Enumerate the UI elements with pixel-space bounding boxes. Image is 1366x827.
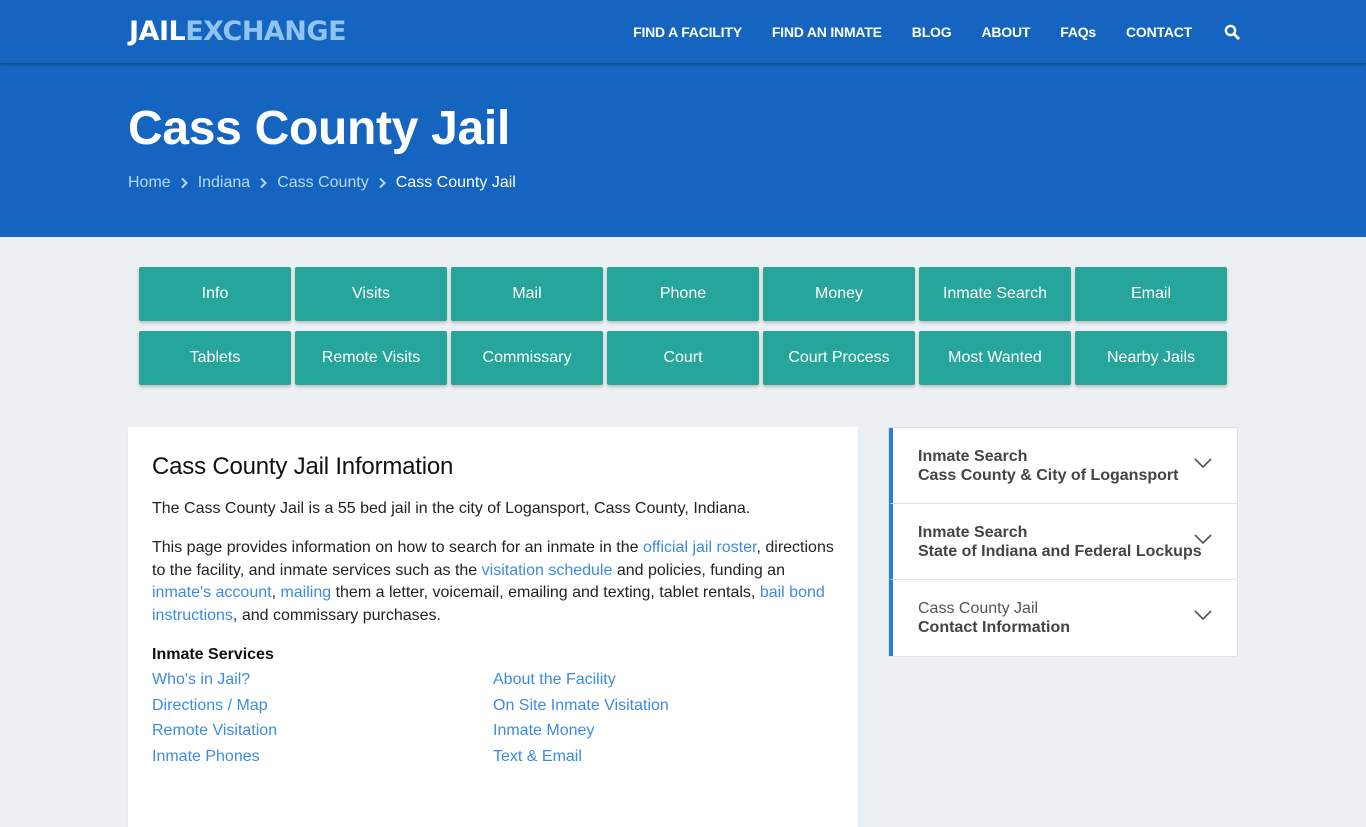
court-process-button[interactable]: Court Process (763, 331, 915, 385)
accordion-subtitle: State of Indiana and Federal Lockups (918, 543, 1202, 560)
text-email-link[interactable]: Text & Email (493, 746, 834, 768)
search-icon[interactable] (1224, 24, 1240, 40)
accordion-title: Inmate Search (918, 448, 1028, 465)
logo-text-exchange: EXCHANGE (185, 16, 347, 47)
nav-about[interactable]: ABOUT (981, 24, 1030, 40)
chevron-right-icon (259, 177, 268, 189)
jail-info-card: Cass County Jail Information The Cass Co… (128, 427, 858, 827)
on-site-visitation-link[interactable]: On Site Inmate Visitation (493, 695, 834, 717)
most-wanted-button[interactable]: Most Wanted (919, 331, 1071, 385)
intro-paragraph: The Cass County Jail is a 55 bed jail in… (152, 500, 751, 517)
page-title: Cass County Jail (128, 102, 510, 155)
visitation-schedule-link[interactable]: visitation schedule (482, 562, 613, 579)
nav-find-an-inmate[interactable]: FIND AN INMATE (772, 24, 882, 40)
text-span: them a letter, voicemail, emailing and t… (331, 584, 760, 601)
accordion-title: Inmate Search (918, 524, 1028, 541)
mailing-link[interactable]: mailing (280, 584, 331, 601)
nav-contact[interactable]: CONTACT (1126, 24, 1192, 40)
chevron-down-icon[interactable] (1193, 456, 1213, 470)
nav-find-a-facility[interactable]: FIND A FACILITY (633, 24, 742, 40)
nearby-jails-button[interactable]: Nearby Jails (1075, 331, 1227, 385)
main-nav: FIND A FACILITY FIND AN INMATE BLOG ABOU… (603, 0, 1240, 64)
nav-faqs[interactable]: FAQs (1060, 24, 1096, 40)
chevron-right-icon (180, 177, 189, 189)
service-button-grid: Info Visits Mail Phone Money Inmate Sear… (139, 267, 1227, 385)
site-logo[interactable]: JAILEXCHANGE (129, 16, 347, 48)
court-button[interactable]: Court (607, 331, 759, 385)
sidebar-accordion: Inmate Search Cass County & City of Loga… (888, 427, 1238, 657)
visits-button[interactable]: Visits (295, 267, 447, 321)
inmates-account-link[interactable]: inmate's account (152, 584, 272, 601)
text-span: and policies, funding an (612, 561, 785, 579)
breadcrumb-cass-county[interactable]: Cass County (277, 174, 369, 192)
breadcrumb-current: Cass County Jail (395, 174, 516, 191)
info-heading: Cass County Jail Information (152, 453, 454, 480)
email-button[interactable]: Email (1075, 267, 1227, 321)
inmate-search-button[interactable]: Inmate Search (919, 267, 1071, 321)
top-navbar: JAILEXCHANGE FIND A FACILITY FIND AN INM… (0, 0, 1366, 64)
info-button[interactable]: Info (139, 267, 291, 321)
money-button[interactable]: Money (763, 267, 915, 321)
nav-blog[interactable]: BLOG (912, 24, 952, 40)
chevron-down-icon[interactable] (1193, 532, 1213, 546)
inmate-services-links: Who's in Jail? About the Facility Direct… (152, 669, 842, 768)
page-hero: Cass County Jail Home Indiana Cass Count… (0, 64, 1366, 237)
breadcrumb-home[interactable]: Home (128, 174, 171, 192)
accordion-subtitle: Contact Information (918, 619, 1070, 636)
description-paragraph: This page provides information on how to… (152, 537, 842, 627)
inmate-services-heading: Inmate Services (152, 646, 274, 663)
about-facility-link[interactable]: About the Facility (493, 669, 834, 691)
accordion-title: Cass County Jail (918, 600, 1039, 617)
chevron-down-icon[interactable] (1193, 608, 1213, 622)
accordion-contact-information[interactable]: Cass County Jail Contact Information (889, 580, 1237, 656)
inmate-money-link[interactable]: Inmate Money (493, 720, 834, 742)
phone-button[interactable]: Phone (607, 267, 759, 321)
breadcrumb: Home Indiana Cass County Cass County Jai… (128, 174, 516, 192)
remote-visitation-link[interactable]: Remote Visitation (152, 720, 493, 742)
tablets-button[interactable]: Tablets (139, 331, 291, 385)
directions-map-link[interactable]: Directions / Map (152, 695, 493, 717)
accordion-inmate-search-state[interactable]: Inmate Search State of Indiana and Feder… (889, 504, 1237, 580)
mail-button[interactable]: Mail (451, 267, 603, 321)
remote-visits-button[interactable]: Remote Visits (295, 331, 447, 385)
commissary-button[interactable]: Commissary (451, 331, 603, 385)
accordion-inmate-search-county[interactable]: Inmate Search Cass County & City of Loga… (889, 428, 1237, 504)
accordion-subtitle: Cass County & City of Logansport (918, 467, 1179, 484)
official-jail-roster-link[interactable]: official jail roster (643, 539, 757, 556)
inmate-phones-link[interactable]: Inmate Phones (152, 746, 493, 768)
chevron-right-icon (378, 177, 387, 189)
text-span: This page provides information on how to… (152, 539, 643, 556)
text-span: , and commissary purchases. (232, 606, 441, 624)
logo-text-jail: JAIL (129, 16, 186, 47)
breadcrumb-indiana[interactable]: Indiana (198, 174, 251, 192)
whos-in-jail-link[interactable]: Who's in Jail? (152, 669, 493, 691)
